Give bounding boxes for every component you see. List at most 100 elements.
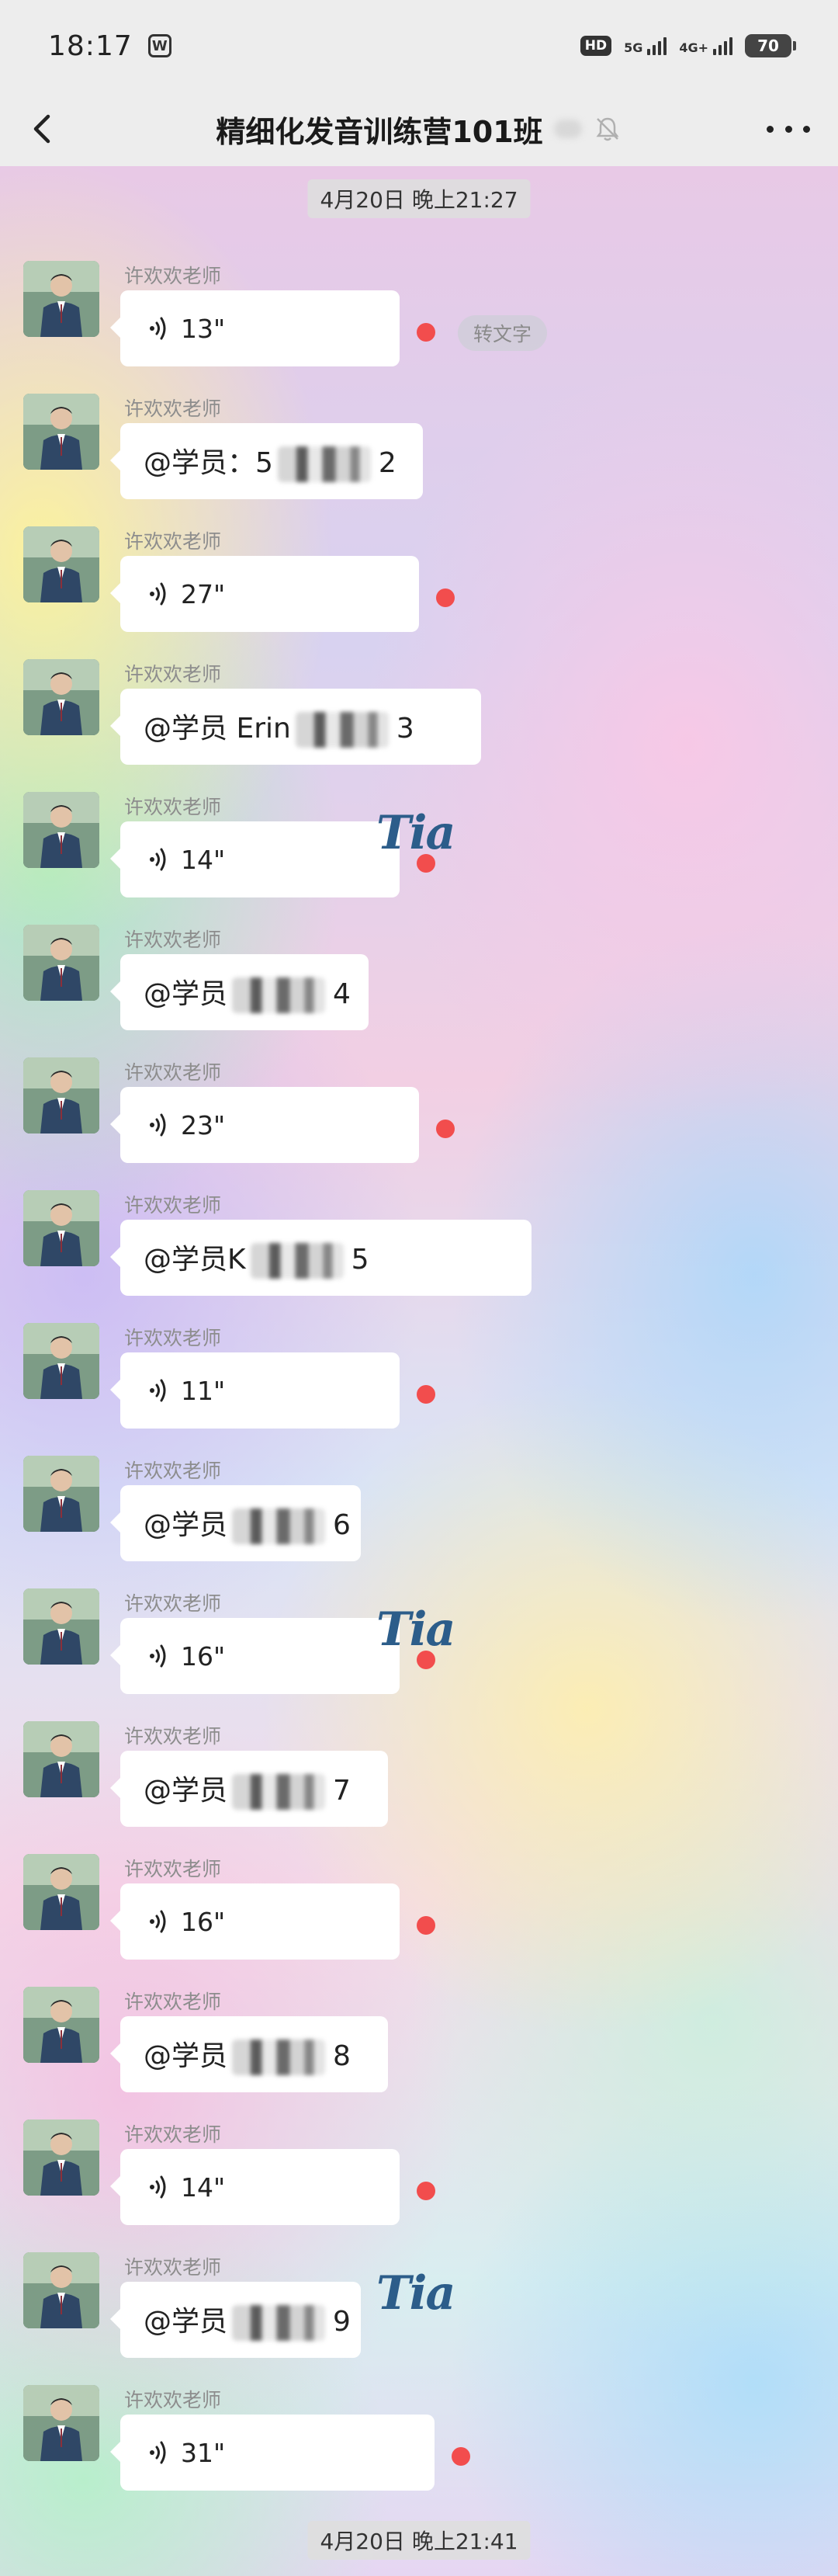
unread-dot (452, 2447, 470, 2466)
avatar[interactable] (23, 1721, 99, 1797)
message-row: 许欢欢老师 27" (0, 509, 838, 642)
page-title: 精细化发音训练营101班 (216, 114, 543, 149)
more-options-icon[interactable] (767, 115, 810, 143)
sender-name: 许欢欢老师 (124, 530, 222, 553)
message-row: 许欢欢老师 14" Tia (0, 775, 838, 908)
voice-message-bubble[interactable]: 16" (110, 1618, 400, 1694)
unread-dot (417, 2182, 435, 2200)
avatar[interactable] (23, 526, 99, 602)
sender-name: 许欢欢老师 (124, 398, 222, 420)
back-arrow-icon[interactable] (23, 109, 64, 149)
timestamp: 4月20日 晚上21:41 (307, 2521, 531, 2560)
avatar[interactable] (23, 1588, 99, 1665)
voice-message-bubble[interactable]: 31" (110, 2415, 435, 2491)
sender-name: 许欢欢老师 (124, 663, 222, 686)
avatar-photo (23, 1588, 99, 1665)
avatar[interactable] (23, 1987, 99, 2063)
avatar[interactable] (23, 1057, 99, 1134)
avatar[interactable] (23, 659, 99, 735)
redacted-name-blur (232, 2040, 326, 2075)
mention-prefix: @学员： (144, 447, 256, 479)
avatar[interactable] (23, 925, 99, 1001)
unread-dot (417, 323, 435, 342)
avatar-photo (23, 1721, 99, 1797)
message-text: @学员：5 2 (144, 440, 396, 482)
unread-dot (417, 1916, 435, 1935)
battery-icon: 70 (745, 34, 796, 57)
avatar-photo (23, 526, 99, 602)
message-row: 许欢欢老师 @学员 9 Tia (0, 2235, 838, 2368)
message-text: @学员 Erin 3 (144, 706, 414, 748)
signal-bar (663, 36, 667, 55)
mention-prefix: @学员 (144, 713, 237, 745)
voice-message-bubble[interactable]: 16" (110, 1883, 400, 1960)
mention-message-bubble[interactable]: @学员K 5 (110, 1220, 532, 1296)
sender-name: 许欢欢老师 (124, 1592, 222, 1615)
mention-message-bubble[interactable]: @学员 4 (110, 954, 369, 1030)
avatar[interactable] (23, 2119, 99, 2196)
mention-sequence: 5 (351, 1244, 369, 1276)
avatar-photo (23, 1456, 99, 1532)
signal-bar (713, 48, 716, 55)
message-row: 许欢欢老师 @学员 Erin 3 (0, 642, 838, 775)
status-bar: 18:17 W HD 5G 4G+ 70 (0, 0, 838, 92)
avatar[interactable] (23, 261, 99, 337)
mention-message-bubble[interactable]: @学员 8 (110, 2016, 388, 2092)
voice-wave-icon (150, 317, 166, 340)
message-text: @学员 6 (144, 1502, 351, 1544)
signal-bar (658, 40, 662, 55)
voice-message-bubble[interactable]: 14" (110, 821, 400, 897)
avatar[interactable] (23, 2252, 99, 2328)
sender-name: 许欢欢老师 (124, 2389, 222, 2411)
voice-duration: 11" (181, 1375, 226, 1406)
nav-bar: 精细化发音训练营101班 (0, 92, 838, 166)
avatar[interactable] (23, 1854, 99, 1930)
avatar-photo (23, 2252, 99, 2328)
message-text: @学员 9 (144, 2299, 351, 2341)
avatar[interactable] (23, 2385, 99, 2461)
avatar[interactable] (23, 792, 99, 868)
net2-label: 4G+ (679, 40, 708, 55)
sender-name: 许欢欢老师 (124, 1858, 222, 1880)
avatar-photo (23, 2119, 99, 2196)
mention-message-bubble[interactable]: @学员：5 2 (110, 423, 423, 499)
mention-message-bubble[interactable]: @学员 Erin 3 (110, 689, 481, 765)
voice-wave-icon (150, 1644, 166, 1668)
voice-message-bubble[interactable]: 14" (110, 2149, 400, 2225)
signal-4g-icon: 4G+ (679, 36, 732, 55)
voice-message-bubble[interactable]: 11" (110, 1352, 400, 1429)
voice-duration: 13" (181, 313, 226, 344)
chat-area[interactable]: 4月20日 晚上21:27 许欢欢老师 13" 转文字 许欢欢老师 @学员：5 2 许欢欢老… (0, 166, 838, 2576)
voice-duration: 31" (181, 2437, 226, 2468)
voice-message-bubble[interactable]: 23" (110, 1087, 419, 1163)
unread-dot (436, 588, 455, 607)
mention-message-bubble[interactable]: @学员 9 (110, 2282, 361, 2358)
voice-wave-icon (150, 1379, 166, 1402)
convert-to-text-button[interactable]: 转文字 (458, 315, 548, 351)
redacted-name-blur (250, 1243, 344, 1279)
mention-prefix: @学员 (144, 1509, 228, 1541)
avatar[interactable] (23, 394, 99, 470)
message-text: @学员K 5 (144, 1237, 369, 1279)
sender-name: 许欢欢老师 (124, 1061, 222, 1084)
voice-message-bubble[interactable]: 13" (110, 290, 400, 366)
avatar[interactable] (23, 1190, 99, 1266)
dot (767, 125, 774, 133)
voice-message-bubble[interactable]: 27" (110, 556, 419, 632)
avatar[interactable] (23, 1456, 99, 1532)
voice-wave-icon (150, 1113, 166, 1137)
message-row: 许欢欢老师 14" (0, 2102, 838, 2235)
message-row: 许欢欢老师 @学员 4 (0, 908, 838, 1040)
signal-bar (729, 36, 732, 55)
signal-bar (653, 44, 656, 55)
mention-message-bubble[interactable]: @学员 7 (110, 1751, 388, 1827)
mention-message-bubble[interactable]: @学员 6 (110, 1485, 361, 1561)
redacted-name-blur (232, 977, 326, 1013)
message-row: 许欢欢老师 16" Tia (0, 1571, 838, 1704)
message-row: 许欢欢老师 @学员 6 (0, 1439, 838, 1571)
voice-wave-icon (150, 2175, 166, 2199)
signal-bar (724, 40, 727, 55)
status-right: HD 5G 4G+ 70 (580, 34, 796, 57)
avatar[interactable] (23, 1323, 99, 1399)
sender-name: 许欢欢老师 (124, 1194, 222, 1217)
